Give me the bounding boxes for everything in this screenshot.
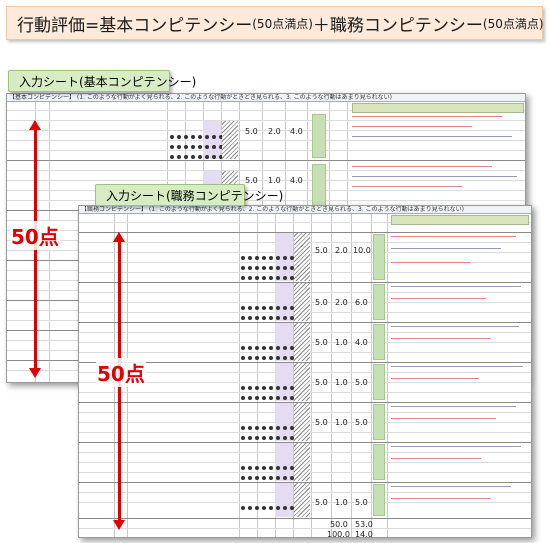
- job-score-a: 5.0: [315, 338, 328, 347]
- job-score-b: 1.0: [335, 378, 348, 387]
- job-score-c: 5.0: [355, 418, 368, 427]
- basic-score-a: 5.0: [245, 176, 258, 185]
- job-score-b: 2.0: [335, 298, 348, 307]
- basic-score-b: 1.0: [268, 176, 281, 185]
- basic-points-label: 50点: [10, 221, 60, 250]
- job-score-a: 5.0: [315, 498, 328, 507]
- job-score-c: 6.0: [355, 298, 368, 307]
- page-title: 行動評価=基本コンピテンシー (50点満点) ＋職務コンピテンシー (50点満点): [6, 6, 544, 40]
- title-part3: ＋職務コンピテンシー: [312, 15, 483, 36]
- basic-score-b: 2.0: [268, 127, 281, 136]
- job-total-a: 100.0: [327, 530, 350, 538]
- job-total-a: 50.0: [330, 520, 348, 529]
- job-score-c: 5.0: [355, 498, 368, 507]
- job-score-b: 1.0: [335, 418, 348, 427]
- job-score-c: 4.0: [355, 338, 368, 347]
- job-score-a: 5.0: [315, 246, 328, 255]
- job-score-b: 1.0: [335, 498, 348, 507]
- job-score-c: 10.0: [353, 246, 371, 255]
- basic-score-c: 4.0: [290, 176, 303, 185]
- basic-sheet-header: 【基本コンピテンシー】 (1. このような行動がよく見られる、2. このような行…: [7, 94, 525, 102]
- job-points-label: 50点: [96, 358, 146, 387]
- job-score-b: 2.0: [335, 246, 348, 255]
- tab-basic-competency[interactable]: 入力シート(基本コンピテンシー): [8, 70, 196, 92]
- tab-job-competency[interactable]: 入力シート(職務コンピテンシー): [95, 184, 283, 206]
- job-score-a: 5.0: [315, 418, 328, 427]
- basic-score-a: 5.0: [245, 127, 258, 136]
- job-total-b: 14.0: [355, 530, 373, 538]
- job-total-b: 53.0: [355, 520, 373, 529]
- job-score-a: 5.0: [315, 378, 328, 387]
- job-competency-sheet: 【職務コンピテンシー】 (1. このような行動がよく見られる、2. このような行…: [78, 205, 532, 538]
- job-sheet-header: 【職務コンピテンシー】 (1. このような行動がよく見られる、2. このような行…: [79, 206, 531, 214]
- job-score-b: 1.0: [335, 338, 348, 347]
- title-part4: (50点満点): [482, 16, 544, 31]
- title-part1: 行動評価=基本コンピテンシー: [17, 15, 253, 36]
- job-score-a: 5.0: [315, 298, 328, 307]
- basic-score-c: 4.0: [290, 127, 303, 136]
- job-score-c: 5.0: [355, 378, 368, 387]
- title-part2: (50点満点): [252, 16, 313, 31]
